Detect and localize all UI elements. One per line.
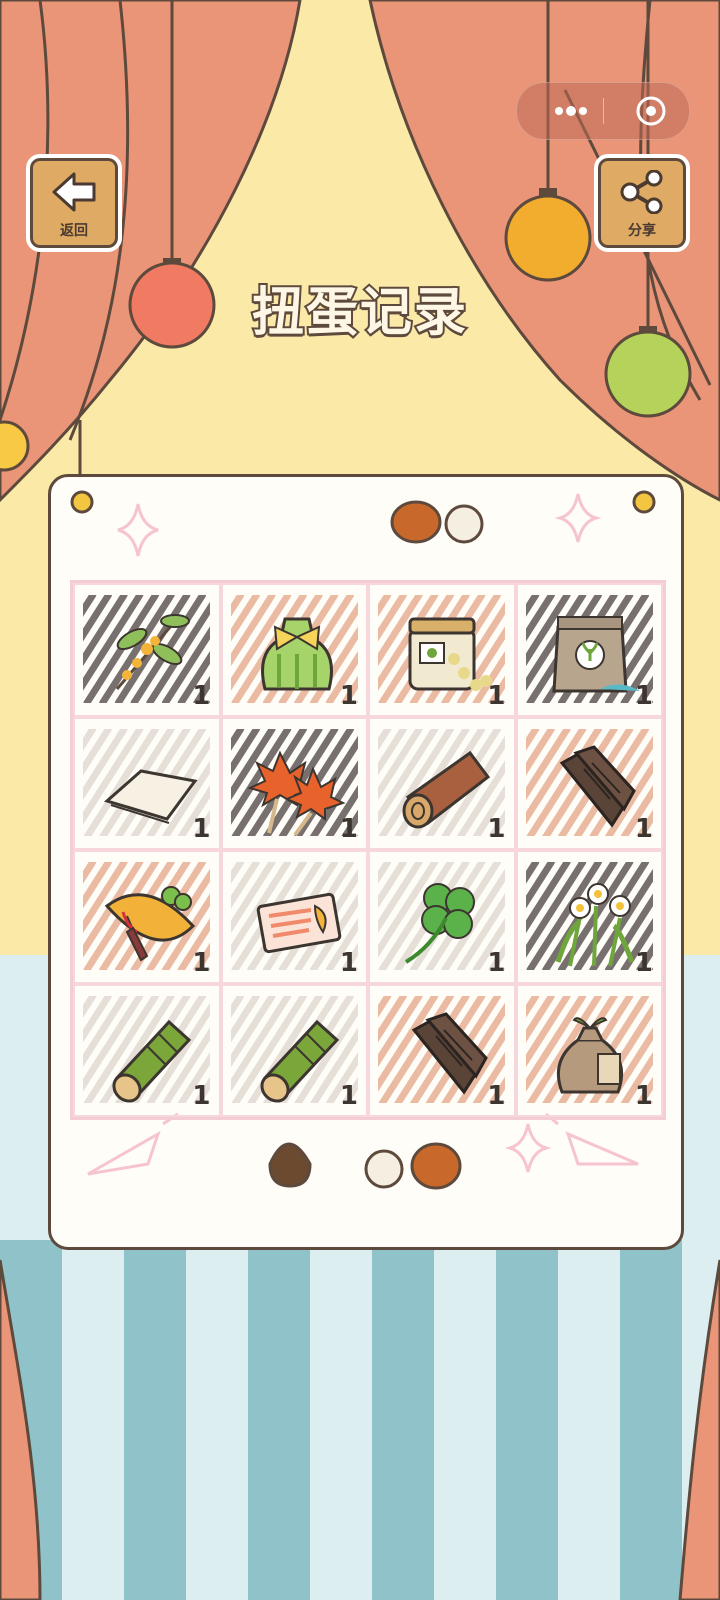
item-slot[interactable]: 1 <box>515 716 663 850</box>
item-slot[interactable]: 1 <box>73 983 221 1117</box>
bamboo-tube-icon <box>259 1019 339 1103</box>
item-count: 1 <box>634 947 653 978</box>
pin-right <box>632 490 656 514</box>
narcissus-flower-icon <box>555 883 634 967</box>
miniprogram-capsule <box>516 82 690 140</box>
osmanthus-branch-icon <box>115 614 190 690</box>
party-popper-left <box>87 1112 179 1176</box>
dark-bark-icon <box>411 1011 488 1095</box>
salmon-slice-icon <box>256 892 341 954</box>
item-count: 1 <box>339 1081 358 1111</box>
item-slot[interactable]: 1 <box>368 716 516 850</box>
item-slot[interactable]: 1 <box>220 983 368 1117</box>
orange-lantern <box>504 194 592 282</box>
wooden-log-icon <box>402 750 491 828</box>
item-count: 1 <box>487 1081 506 1111</box>
share-icon <box>620 170 663 214</box>
item-slot[interactable]: 1 <box>368 850 516 984</box>
four-leaf-clover-icon <box>404 883 475 964</box>
item-slot[interactable]: 1 <box>368 583 516 717</box>
close-target-icon[interactable] <box>627 83 677 139</box>
tofu-skin-icon <box>103 768 198 824</box>
item-slot[interactable]: 1 <box>73 850 221 984</box>
item-count: 1 <box>192 814 211 844</box>
back-button-label: 返回 <box>60 223 88 239</box>
sprout-sack-icon <box>556 1016 623 1093</box>
pin-left <box>70 490 94 514</box>
item-slot[interactable]: 1 <box>368 983 516 1117</box>
gacha-record-grid: 1 1 1 1 1 1 1 1 1 1 1 1 1 1 1 1 <box>70 580 666 1120</box>
maple-leaves-icon <box>246 750 346 836</box>
item-count: 1 <box>339 814 358 844</box>
party-popper-right <box>545 1112 639 1166</box>
item-slot[interactable]: 1 <box>220 716 368 850</box>
item-count: 1 <box>634 1081 653 1111</box>
share-button-label: 分享 <box>628 223 656 239</box>
item-count: 1 <box>192 947 211 978</box>
share-button[interactable]: 分享 <box>594 154 690 252</box>
back-arrow-icon <box>52 172 96 212</box>
soybean-jar-icon <box>408 617 492 691</box>
item-count: 1 <box>192 1081 211 1111</box>
item-count: 1 <box>487 947 506 978</box>
more-dots-icon[interactable] <box>537 83 603 139</box>
dark-bark-icon <box>559 744 636 828</box>
back-button[interactable]: 返回 <box>26 154 122 252</box>
item-slot[interactable]: 1 <box>220 850 368 984</box>
item-slot[interactable]: 1 <box>73 716 221 850</box>
bamboo-tube-icon <box>112 1019 192 1103</box>
item-count: 1 <box>634 814 653 844</box>
capsule-divider <box>603 98 604 124</box>
item-slot[interactable]: 1 <box>220 583 368 717</box>
item-count: 1 <box>487 814 506 844</box>
item-slot[interactable]: 1 <box>73 583 221 717</box>
item-count: 1 <box>487 680 506 711</box>
item-slot[interactable]: 1 <box>515 583 663 717</box>
chestnut-pair-top <box>390 500 484 544</box>
chestnut-trio-bottom <box>268 1142 462 1190</box>
item-count: 1 <box>192 680 211 711</box>
sparkle-right <box>554 493 602 543</box>
omelette-icon <box>104 886 196 962</box>
item-count: 1 <box>339 947 358 978</box>
item-slot[interactable]: 1 <box>515 850 663 984</box>
seed-bag-icon <box>551 616 640 693</box>
sparkle-left <box>117 503 159 557</box>
item-count: 1 <box>339 680 358 711</box>
green-gift-bag-icon <box>260 617 333 691</box>
page-title: 扭蛋记录 <box>250 281 468 345</box>
item-slot[interactable]: 1 <box>515 983 663 1117</box>
item-count: 1 <box>634 680 653 711</box>
